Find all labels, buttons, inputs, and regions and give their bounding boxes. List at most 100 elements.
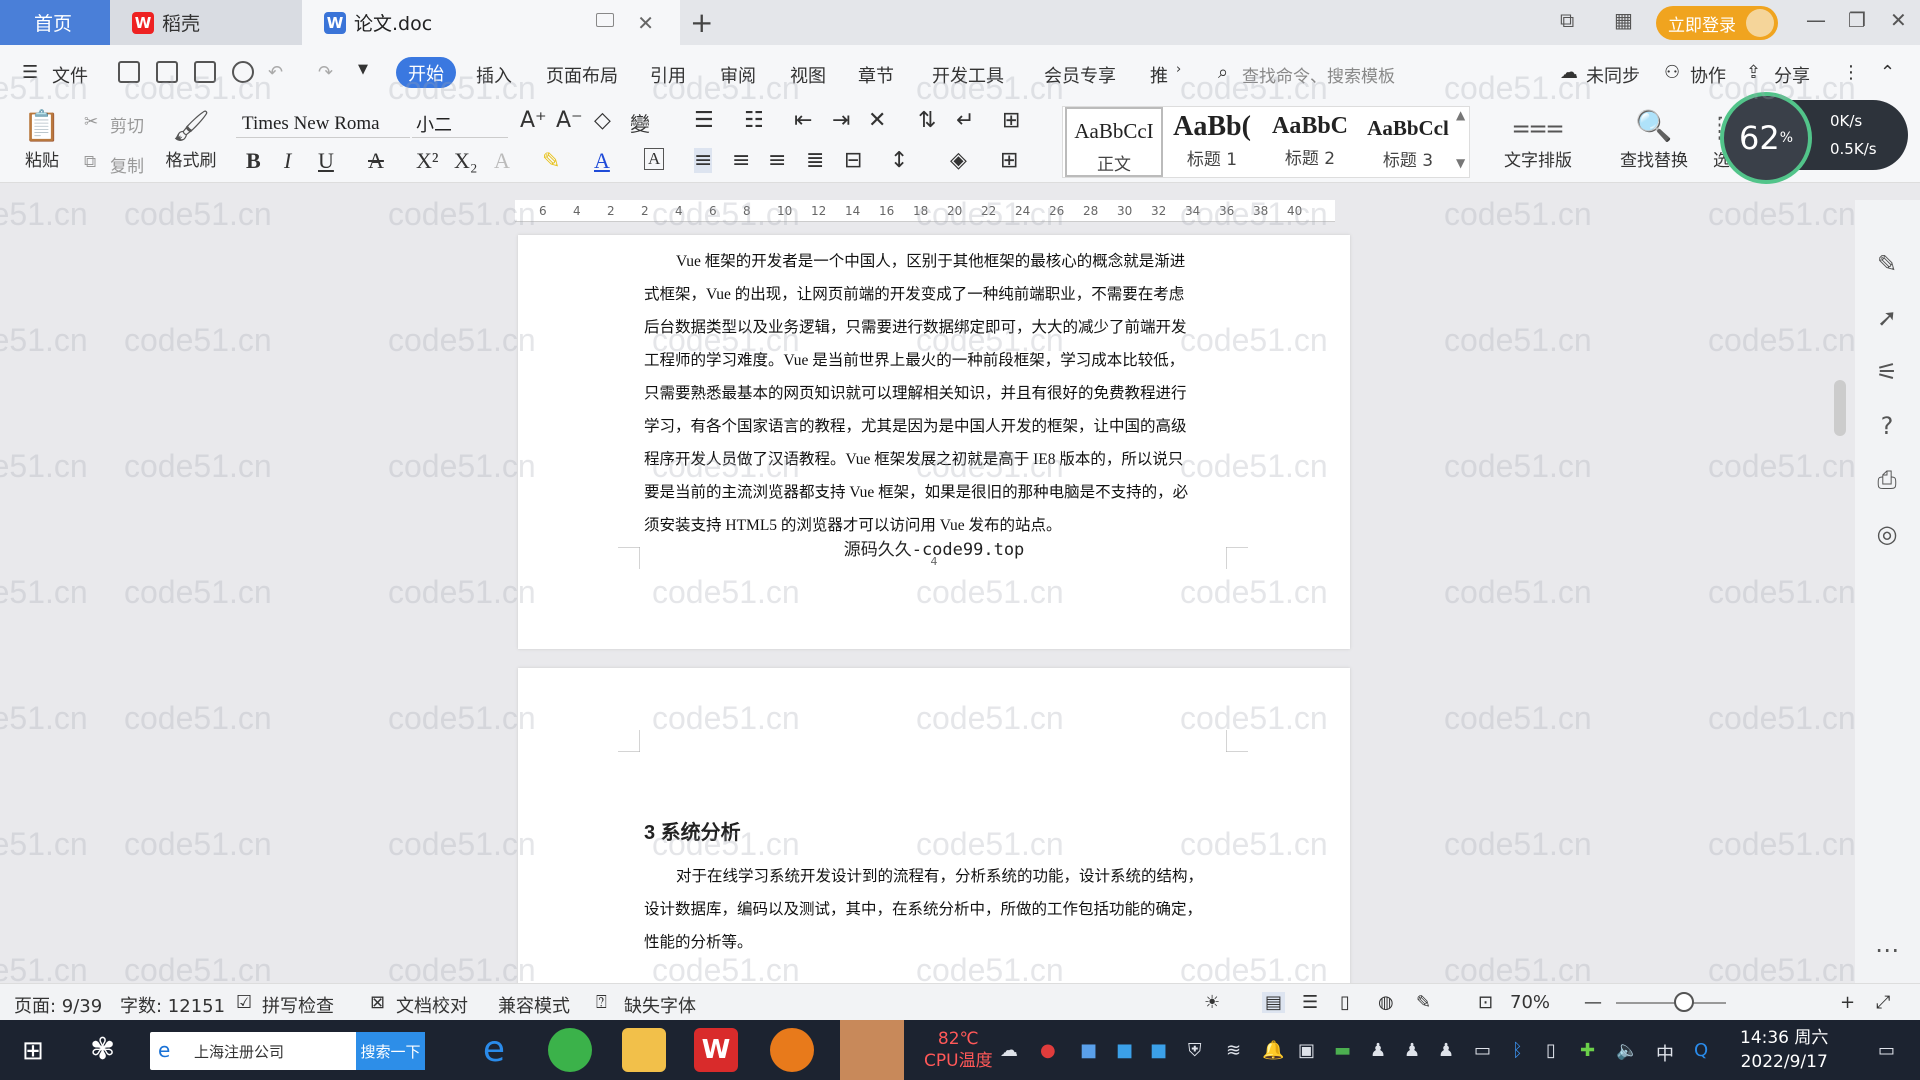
tab-page-layout[interactable]: 页面布局: [546, 62, 618, 88]
strikethrough-icon[interactable]: A: [368, 148, 384, 174]
align-left-icon[interactable]: ≡: [694, 148, 713, 173]
shading-icon[interactable]: ◈: [950, 148, 967, 173]
cpu-gauge[interactable]: 62%: [1720, 92, 1812, 184]
tab-daoke[interactable]: W 稻壳: [110, 0, 302, 45]
zoom-level[interactable]: 70%: [1510, 992, 1550, 1013]
taskbar-clock[interactable]: 14:36 周六 2022/9/17: [1740, 1026, 1828, 1074]
export-pdf-icon[interactable]: [156, 61, 178, 83]
usb-icon[interactable]: ▯: [1546, 1040, 1556, 1061]
action-center-icon[interactable]: ▭: [1878, 1040, 1895, 1061]
qq-icon[interactable]: ♟: [1404, 1040, 1420, 1061]
collab-button[interactable]: 协作: [1690, 62, 1726, 88]
pin-window-icon[interactable]: [596, 13, 614, 27]
read-view-icon[interactable]: ▯: [1340, 992, 1350, 1013]
green-browser-icon[interactable]: [548, 1028, 592, 1072]
close-tab-icon[interactable]: ✕: [637, 11, 654, 35]
format-painter-button[interactable]: 🖌 格式刷: [160, 108, 222, 171]
zoom-slider-thumb[interactable]: [1674, 992, 1694, 1012]
style-heading-3[interactable]: AaBbCcl 标题 3: [1359, 107, 1457, 177]
windows-start-icon[interactable]: ⊞: [22, 1036, 44, 1066]
table-tab-icon[interactable]: ⊞: [1002, 108, 1020, 133]
paste-button[interactable]: 📋 粘贴: [16, 108, 68, 171]
align-center-icon[interactable]: ≡: [732, 148, 750, 173]
find-replace-button[interactable]: 🔍 查找替换: [1610, 108, 1698, 171]
bullet-list-icon[interactable]: ☰: [694, 108, 714, 133]
outline-view-icon[interactable]: ☰: [1302, 992, 1318, 1013]
wps-app-icon[interactable]: W: [694, 1028, 738, 1072]
style-normal[interactable]: AaBbCcI 正文: [1065, 107, 1163, 177]
font-color-icon[interactable]: A: [594, 148, 610, 174]
zoom-in-icon[interactable]: +: [1840, 992, 1855, 1013]
missing-font-button[interactable]: 缺失字体: [624, 992, 696, 1018]
superscript-icon[interactable]: X²: [416, 148, 438, 174]
tab-insert[interactable]: 插入: [476, 62, 512, 88]
font-size-select[interactable]: 小二: [412, 110, 508, 138]
tab-references[interactable]: 引用: [650, 62, 686, 88]
sort-icon[interactable]: ⇅: [918, 108, 936, 133]
tab-document[interactable]: W 论文.doc ✕: [302, 0, 680, 45]
layout-icon[interactable]: ⧉: [1560, 8, 1574, 32]
fullscreen-icon[interactable]: ⤢: [1876, 992, 1890, 1013]
chinese-layout-icon[interactable]: ✕: [868, 108, 886, 133]
bluetooth-icon[interactable]: ᛒ: [1512, 1040, 1523, 1061]
cpu-temperature[interactable]: 82℃ CPU温度: [924, 1028, 993, 1072]
italic-icon[interactable]: I: [284, 148, 291, 174]
cut-button[interactable]: 剪切: [110, 112, 144, 137]
notification-bell-icon[interactable]: 🔔: [1262, 1040, 1284, 1061]
more-options-icon[interactable]: ⋯: [1873, 936, 1901, 964]
weather-icon[interactable]: ☁: [1000, 1040, 1018, 1061]
hamburger-icon[interactable]: ☰: [22, 62, 38, 83]
collapse-ribbon-icon[interactable]: ⌃: [1880, 62, 1895, 83]
tray-app-icon[interactable]: ▣: [1298, 1040, 1315, 1061]
web-view-icon[interactable]: ◍: [1378, 992, 1394, 1013]
scrollbar-thumb[interactable]: [1834, 380, 1846, 436]
tab-developer[interactable]: 开发工具: [932, 62, 1004, 88]
menu-file[interactable]: 文件: [52, 62, 88, 88]
compat-mode[interactable]: 兼容模式: [498, 992, 570, 1018]
input-app-icon[interactable]: Q: [1694, 1040, 1708, 1061]
proofread-button[interactable]: 文档校对: [396, 992, 468, 1018]
underline-icon[interactable]: U: [318, 148, 334, 174]
show-marks-icon[interactable]: ↵: [956, 108, 974, 133]
qq-icon[interactable]: ♟: [1370, 1040, 1386, 1061]
redo-icon[interactable]: ↷: [318, 62, 333, 83]
line-spacing-icon[interactable]: ↕: [890, 148, 908, 173]
new-tab-icon[interactable]: +: [690, 6, 713, 39]
shrink-font-icon[interactable]: A⁻: [556, 108, 583, 133]
tab-start[interactable]: 开始: [396, 57, 456, 88]
ie-browser-icon[interactable]: e: [472, 1028, 516, 1072]
decrease-indent-icon[interactable]: ⇤: [794, 108, 812, 133]
qq-icon[interactable]: ♟: [1438, 1040, 1454, 1061]
zoom-out-icon[interactable]: —: [1584, 992, 1602, 1013]
save-icon[interactable]: [118, 61, 140, 83]
more-tabs-icon[interactable]: ›: [1176, 62, 1181, 77]
undo-icon[interactable]: ↶: [268, 62, 283, 83]
customize-chevron-icon[interactable]: ▼: [358, 62, 368, 77]
justify-icon[interactable]: ≣: [806, 148, 824, 173]
tab-member[interactable]: 会员专享: [1044, 62, 1116, 88]
style-heading-2[interactable]: AaBbC 标题 2: [1261, 107, 1359, 177]
tray-app-icon[interactable]: ✚: [1580, 1040, 1595, 1061]
write-view-icon[interactable]: ✎: [1416, 992, 1431, 1013]
help-icon[interactable]: ?: [1873, 412, 1901, 440]
char-border-icon[interactable]: A: [644, 148, 665, 170]
sync-status[interactable]: 未同步: [1586, 62, 1640, 88]
volume-icon[interactable]: 🔈: [1616, 1040, 1638, 1061]
close-window-icon[interactable]: ✕: [1890, 8, 1907, 32]
tab-view[interactable]: 视图: [790, 62, 826, 88]
location-icon[interactable]: ◎: [1873, 520, 1901, 548]
tray-app-icon[interactable]: ■: [1080, 1040, 1097, 1061]
horizontal-ruler[interactable]: 6 4 2 2 4 6 8 10 12 14 16 18 20 22 24 26 28 30 32 34 36 38 40: [515, 200, 1335, 222]
subscript-icon[interactable]: X₂: [454, 148, 478, 174]
battery-icon[interactable]: ▭: [1474, 1040, 1491, 1061]
tray-app-icon[interactable]: ■: [1150, 1040, 1167, 1061]
shield-icon[interactable]: ⛨: [1188, 1040, 1202, 1061]
active-app-icon[interactable]: [840, 1020, 904, 1080]
align-right-icon[interactable]: ≡: [768, 148, 786, 173]
restore-icon[interactable]: ❐: [1848, 8, 1866, 32]
print-icon[interactable]: [194, 61, 216, 83]
tab-home[interactable]: 首页: [0, 0, 110, 45]
copy-button[interactable]: 复制: [110, 152, 144, 177]
page-indicator[interactable]: 页面: 9/39: [14, 992, 102, 1018]
style-more-icon[interactable]: ▼: [1456, 156, 1465, 170]
